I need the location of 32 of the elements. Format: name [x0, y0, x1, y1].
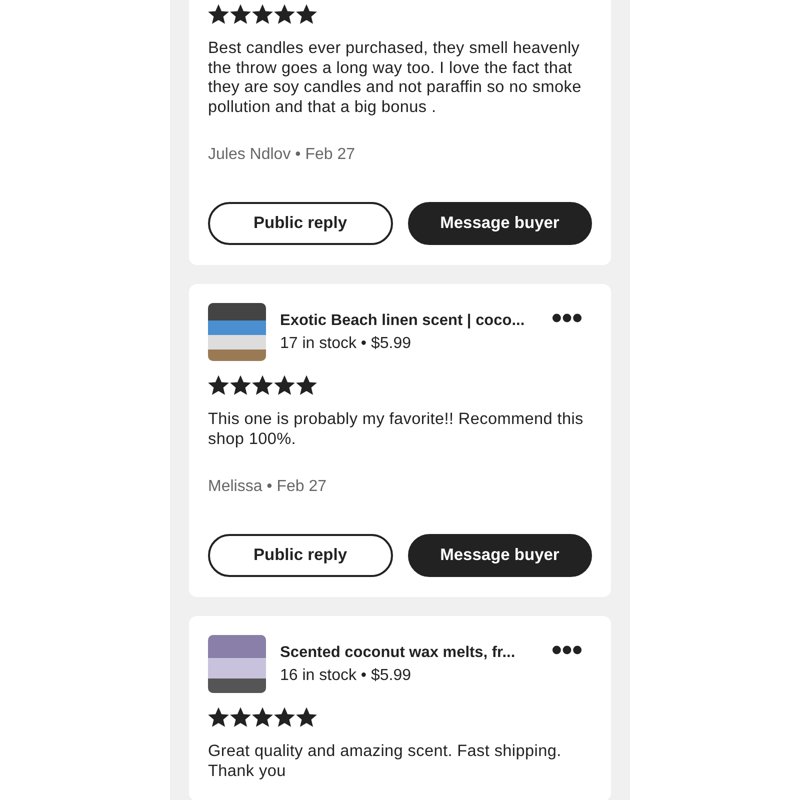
- star-filled-icon: [252, 707, 273, 728]
- product-title[interactable]: Exotic Beach linen scent | coco...: [280, 311, 538, 331]
- star-filled-icon: [252, 4, 273, 25]
- reviewer-date: Jules Ndlov • Feb 27: [208, 146, 356, 164]
- reviewer-date: Melissa • Feb 27: [208, 478, 328, 496]
- stock-price: 17 in stock • $5.99: [280, 334, 412, 354]
- star-filled-icon: [208, 4, 229, 25]
- more-options-icon[interactable]: [552, 645, 582, 655]
- review-text: Great quality and amazing scent. Fast shipping. Thank you: [208, 742, 562, 781]
- star-filled-icon: [208, 375, 229, 396]
- product-photo-placeholder: [208, 303, 266, 361]
- star-filled-icon: [274, 375, 295, 396]
- star-filled-icon: [274, 4, 295, 25]
- message-buyer-button[interactable]: Message buyer: [408, 202, 592, 245]
- star-filled-icon: [252, 375, 273, 396]
- public-reply-button[interactable]: Public reply: [208, 202, 392, 245]
- product-title[interactable]: Scented coconut wax melts, fr...: [280, 643, 538, 663]
- review-text: Best candles ever purchased, they smell heavenly the throw goes a long way too. I love the fact that they are soy candles and not paraffin so no smoke pollution and that a big bonus .: [208, 39, 582, 117]
- star-filled-icon: [230, 4, 251, 25]
- more-options-icon[interactable]: [552, 313, 582, 323]
- stock-price: 16 in stock • $5.99: [280, 666, 412, 686]
- star-filled-icon: [230, 707, 251, 728]
- review-text: This one is probably my favorite!! Recommend this shop 100%.: [208, 410, 584, 449]
- message-buyer-button[interactable]: Message buyer: [408, 534, 592, 577]
- star-filled-icon: [274, 707, 295, 728]
- public-reply-button[interactable]: Public reply: [208, 534, 392, 577]
- star-filled-icon: [296, 707, 317, 728]
- star-filled-icon: [296, 375, 317, 396]
- product-photo-placeholder: [208, 635, 266, 693]
- star-filled-icon: [296, 4, 317, 25]
- star-filled-icon: [230, 375, 251, 396]
- star-filled-icon: [208, 707, 229, 728]
